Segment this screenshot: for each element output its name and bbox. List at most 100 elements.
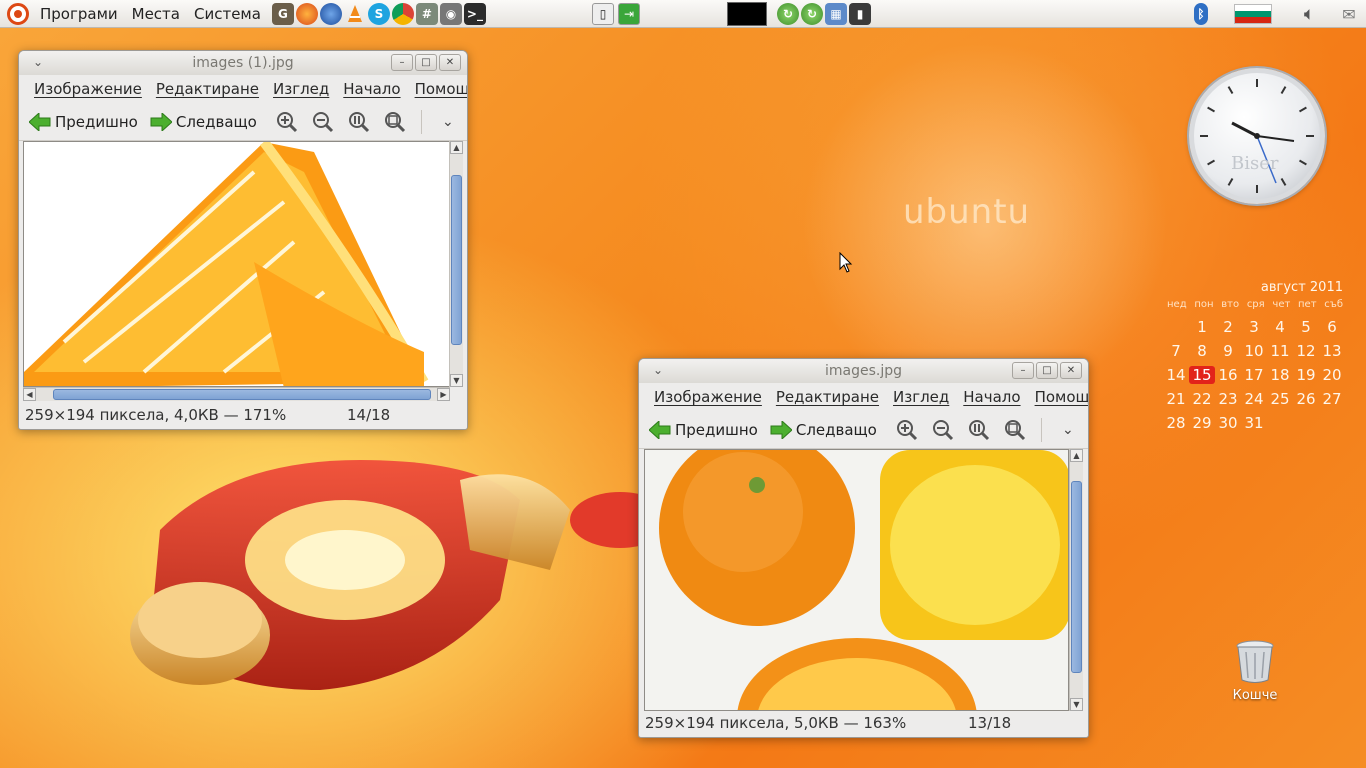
- menu-image[interactable]: Изображение: [647, 388, 769, 406]
- zoom-out-icon[interactable]: [925, 416, 961, 444]
- calendar-day[interactable]: 1: [1189, 318, 1215, 336]
- vlc-icon[interactable]: [344, 3, 366, 25]
- vertical-scrollbar[interactable]: ▲ ▼: [449, 141, 463, 387]
- calendar-day[interactable]: 27: [1319, 390, 1345, 408]
- bluetooth-icon[interactable]: ᛒ: [1194, 3, 1208, 25]
- calendar-day[interactable]: 31: [1241, 414, 1267, 432]
- vertical-scrollbar[interactable]: ▲ ▼: [1069, 449, 1083, 711]
- calendar-day[interactable]: 13: [1319, 342, 1345, 360]
- calendar-day[interactable]: 30: [1215, 414, 1241, 432]
- image-display[interactable]: [23, 141, 450, 387]
- zoom-fit-icon[interactable]: [997, 416, 1033, 444]
- calendar-day[interactable]: 4: [1267, 318, 1293, 336]
- workspace-switcher[interactable]: [727, 2, 767, 26]
- close-button[interactable]: ✕: [1060, 362, 1082, 379]
- minimize-button[interactable]: –: [391, 54, 413, 71]
- mail-icon[interactable]: ✉: [1338, 3, 1360, 25]
- menu-view[interactable]: Изглед: [886, 388, 956, 406]
- calendar-day[interactable]: 21: [1163, 390, 1189, 408]
- calendar-day[interactable]: 26: [1293, 390, 1319, 408]
- calculator-icon[interactable]: #: [415, 2, 438, 25]
- thunderbird-icon[interactable]: [319, 2, 342, 25]
- menu-programs[interactable]: Програми: [33, 0, 125, 28]
- calendar-day[interactable]: 6: [1319, 318, 1345, 336]
- image-display[interactable]: [644, 449, 1069, 711]
- calendar-day[interactable]: 24: [1241, 390, 1267, 408]
- window-menu-icon[interactable]: ⌄: [653, 363, 663, 377]
- calendar-day[interactable]: 7: [1163, 342, 1189, 360]
- show-desktop-icon[interactable]: ▯: [592, 3, 614, 25]
- toolbar-overflow-chevron-down-icon[interactable]: ⌄: [1050, 416, 1086, 444]
- chrome-icon[interactable]: [391, 2, 414, 25]
- calendar-day[interactable]: 16: [1215, 366, 1241, 384]
- zoom-in-icon[interactable]: [269, 108, 305, 136]
- menu-help[interactable]: Помощ: [1028, 388, 1088, 406]
- minimize-button[interactable]: –: [1012, 362, 1034, 379]
- calendar-day[interactable]: 18: [1267, 366, 1293, 384]
- gimp-icon[interactable]: G: [271, 2, 294, 25]
- menu-system[interactable]: Система: [187, 0, 268, 28]
- window-menu-icon[interactable]: ⌄: [33, 55, 43, 69]
- scroll-thumb[interactable]: [451, 175, 462, 345]
- menu-image[interactable]: Изображение: [27, 80, 149, 98]
- zoom-out-icon[interactable]: [305, 108, 341, 136]
- next-button[interactable]: Следващо: [150, 111, 257, 132]
- calendar-day[interactable]: 17: [1241, 366, 1267, 384]
- menu-places[interactable]: Места: [125, 0, 187, 28]
- menu-help[interactable]: Помощ: [408, 80, 467, 98]
- menu-edit[interactable]: Редактиране: [769, 388, 886, 406]
- calendar-day[interactable]: 8: [1189, 342, 1215, 360]
- keyboard-layout-flag-icon[interactable]: [1234, 4, 1272, 24]
- scroll-thumb[interactable]: [1071, 481, 1082, 673]
- calendar-day[interactable]: 14: [1163, 366, 1189, 384]
- calendar-day[interactable]: 2: [1215, 318, 1241, 336]
- scroll-left-icon[interactable]: ◀: [23, 388, 36, 401]
- zoom-normal-icon[interactable]: [341, 108, 377, 136]
- refresh-icon[interactable]: ↻: [801, 3, 823, 25]
- calendar-day[interactable]: 9: [1215, 342, 1241, 360]
- maximize-button[interactable]: □: [415, 54, 437, 71]
- ubuntu-logo-icon[interactable]: [7, 2, 29, 25]
- scroll-down-icon[interactable]: ▼: [1070, 698, 1083, 711]
- close-button[interactable]: ✕: [439, 54, 461, 71]
- trash-desktop-icon[interactable]: Кошче: [1228, 638, 1282, 703]
- calendar-day[interactable]: 10: [1241, 342, 1267, 360]
- image-viewer-icon[interactable]: ▦: [825, 3, 847, 25]
- horizontal-scrollbar[interactable]: ◀ ▶: [23, 387, 450, 401]
- system-monitor-icon[interactable]: ▮: [849, 3, 871, 25]
- update-icon[interactable]: ↻: [777, 3, 799, 25]
- screenshot-icon[interactable]: ◉: [439, 2, 462, 25]
- menu-go[interactable]: Начало: [336, 80, 407, 98]
- calendar-day[interactable]: 5: [1293, 318, 1319, 336]
- calendar-day[interactable]: 22: [1189, 390, 1215, 408]
- menu-view[interactable]: Изглед: [266, 80, 336, 98]
- calendar-day[interactable]: 20: [1319, 366, 1345, 384]
- scroll-up-icon[interactable]: ▲: [1070, 449, 1083, 462]
- menu-go[interactable]: Начало: [956, 388, 1027, 406]
- logout-icon[interactable]: ⇥: [618, 3, 640, 25]
- calendar-day[interactable]: 25: [1267, 390, 1293, 408]
- firefox-icon[interactable]: [295, 2, 318, 25]
- window-titlebar[interactable]: ⌄ images.jpg – □ ✕: [639, 359, 1088, 383]
- previous-button[interactable]: Предишно: [648, 419, 758, 440]
- calendar-day[interactable]: 29: [1189, 414, 1215, 432]
- maximize-button[interactable]: □: [1036, 362, 1058, 379]
- zoom-normal-icon[interactable]: [961, 416, 997, 444]
- calendar-day[interactable]: 3: [1241, 318, 1267, 336]
- next-button[interactable]: Следващо: [770, 419, 877, 440]
- zoom-in-icon[interactable]: [889, 416, 925, 444]
- volume-icon[interactable]: 🔈︎: [1298, 3, 1320, 25]
- scroll-up-icon[interactable]: ▲: [450, 141, 463, 154]
- scroll-down-icon[interactable]: ▼: [450, 374, 463, 387]
- calendar-day[interactable]: 11: [1267, 342, 1293, 360]
- calendar-day-today[interactable]: 15: [1189, 366, 1215, 384]
- calendar-day[interactable]: 28: [1163, 414, 1189, 432]
- scroll-right-icon[interactable]: ▶: [437, 388, 450, 401]
- calendar-day[interactable]: 12: [1293, 342, 1319, 360]
- zoom-fit-icon[interactable]: [377, 108, 413, 136]
- window-titlebar[interactable]: ⌄ images (1).jpg – □ ✕: [19, 51, 467, 75]
- calendar-day[interactable]: 19: [1293, 366, 1319, 384]
- toolbar-overflow-chevron-down-icon[interactable]: ⌄: [430, 108, 466, 136]
- menu-edit[interactable]: Редактиране: [149, 80, 266, 98]
- scroll-thumb[interactable]: [53, 389, 431, 400]
